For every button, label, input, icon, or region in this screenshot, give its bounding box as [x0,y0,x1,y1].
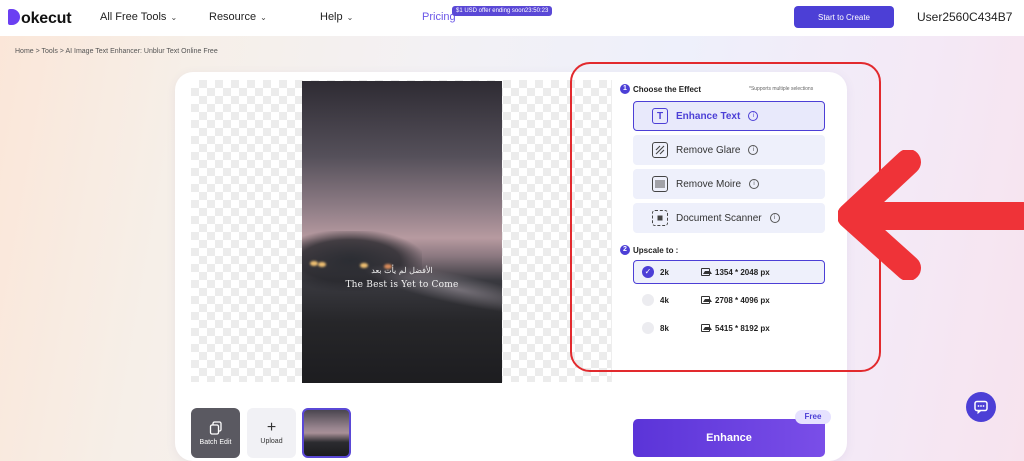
top-nav-bar: okecut All Free Tools ⌄ Resource ⌄ Help ⌄ P… [0,0,1024,36]
chevron-down-icon: ⌄ [170,12,178,22]
chat-icon [974,400,988,415]
image-icon [701,268,712,276]
user-name[interactable]: User2560C434B7 [917,10,1012,24]
chevron-down-icon: ⌄ [260,12,267,22]
copy-icon [209,420,222,435]
annotation-arrow-icon [838,150,1024,280]
step-1-badge: 1 [620,84,630,94]
breadcrumb: Home > Tools > AI Image Text Enhancer: U… [15,48,218,55]
batch-edit-label: Batch Edit [199,438,232,446]
nav-resource[interactable]: Resource ⌄ [209,11,267,23]
effect-label: Document Scanner [676,212,762,224]
plus-icon: + [266,419,277,436]
glare-icon [652,142,668,158]
logo-text: okecut [21,10,72,27]
upscale-title: Upscale to : [633,246,679,255]
text-T-icon: T [652,108,668,124]
chat-support-button[interactable] [966,392,996,422]
enhance-button[interactable]: Enhance [633,419,825,457]
logo[interactable]: okecut [8,9,72,28]
chevron-down-icon: ⌄ [346,12,354,22]
moire-icon [652,176,668,192]
effect-remove-glare[interactable]: Remove Glare i [633,135,825,165]
check-icon: ✓ [642,266,654,278]
upscale-label: 4k [660,295,669,305]
nav-all-free-tools[interactable]: All Free Tools ⌄ [100,11,177,23]
scanner-icon [652,210,668,226]
image-icon [701,296,712,304]
upscale-option-2k[interactable]: ✓ 2k 1354 * 2048 px [633,260,825,284]
supports-multiple-note: *Supports multiple selections [749,86,814,92]
free-badge: Free [795,410,831,424]
batch-edit-button[interactable]: Batch Edit [191,408,240,458]
radio-icon [642,294,654,306]
upscale-option-8k[interactable]: 8k 5415 * 8192 px [633,316,825,340]
effect-label: Enhance Text [676,110,741,122]
choose-effect-title: Choose the Effect [633,85,702,94]
nav-label: All Free Tools [100,11,167,23]
info-icon[interactable]: i [749,179,760,189]
upscale-dimensions: 2708 * 4096 px [715,295,770,305]
nav-help[interactable]: Help ⌄ [320,11,353,23]
effect-enhance-text[interactable]: T Enhance Text i [633,101,825,131]
promo-badge: $1 USD offer ending soon23:50:23 [452,6,553,16]
preview-image: الأفضل لم يأت بعد The Best is Yet to Com… [302,81,502,383]
logo-mark-icon [8,9,20,25]
nav-pricing[interactable]: Pricing [422,11,456,23]
effect-document-scanner[interactable]: Document Scanner i [633,203,825,233]
preview-caption: The Best is Yet to Come [345,280,459,290]
effect-label: Remove Glare [676,144,741,156]
image-thumbnail[interactable] [302,408,351,458]
upload-label: Upload [260,438,283,445]
nav-label: Pricing [422,11,456,23]
upscale-option-4k[interactable]: 4k 2708 * 4096 px [633,288,825,312]
image-icon [701,324,712,332]
nav-label: Help [320,11,343,23]
upscale-label: 8k [660,323,669,333]
upscale-label: 2k [660,267,669,277]
info-icon[interactable]: i [748,145,759,155]
radio-icon [642,322,654,334]
step-2-badge: 2 [620,245,630,255]
panel-divider [611,80,612,382]
upload-button[interactable]: + Upload [247,408,296,458]
effect-label: Remove Moire [676,178,742,190]
upscale-dimensions: 1354 * 2048 px [715,267,770,277]
info-icon[interactable]: i [769,213,780,223]
info-icon[interactable]: i [748,111,759,121]
upscale-dimensions: 5415 * 8192 px [715,323,770,333]
preview-arabic-text: الأفضل لم يأت بعد [371,266,433,275]
start-to-create-button[interactable]: Start to Create [794,6,894,28]
effect-remove-moire[interactable]: Remove Moire i [633,169,825,199]
nav-label: Resource [209,11,257,23]
